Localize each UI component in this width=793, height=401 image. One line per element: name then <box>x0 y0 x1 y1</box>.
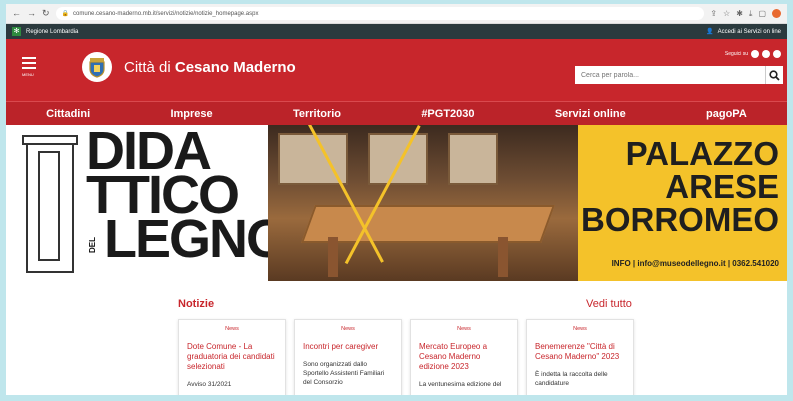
wood-pillar-illustration <box>22 135 78 273</box>
tool-shelf <box>368 133 428 185</box>
reload-icon[interactable]: ↻ <box>42 8 50 19</box>
see-all-link[interactable]: Vedi tutto <box>586 298 632 310</box>
screenshot-frame: ← → ↻ 🔒 comune.cesano-maderno.mb.it/serv… <box>0 0 793 401</box>
banner-right-line1: PALAZZO <box>625 135 779 172</box>
hamburger-icon <box>22 57 36 59</box>
banner-right-line2: ARESE <box>665 168 779 205</box>
region-link[interactable]: ✻ Regione Lombardia <box>12 27 78 36</box>
share-icon[interactable]: ⇪ <box>710 9 717 18</box>
news-card[interactable]: News Mercato Europeo a Cesano Maderno ed… <box>410 319 518 395</box>
search-button[interactable] <box>765 66 783 84</box>
news-cards: News Dote Comune - La graduatoria dei ca… <box>178 319 634 395</box>
site-title[interactable]: Città di Cesano Maderno <box>124 59 296 76</box>
banner-left-title: DIDA TTICO LEGNO <box>86 125 288 269</box>
nav-item-pgt2030[interactable]: #PGT2030 <box>421 108 474 120</box>
news-section-title: Notizie <box>178 298 215 310</box>
news-text: Avviso 31/2021 <box>187 381 232 388</box>
news-card[interactable]: News Benemerenze "Città di Cesano Madern… <box>526 319 634 395</box>
nav-item-territorio[interactable]: Territorio <box>293 108 341 120</box>
browser-toolbar: ← → ↻ 🔒 comune.cesano-maderno.mb.it/serv… <box>6 4 787 24</box>
title-city-name: Cesano Maderno <box>174 59 296 76</box>
hamburger-icon <box>22 67 36 69</box>
window-icon[interactable]: ▢ <box>758 9 766 18</box>
url-text: comune.cesano-maderno.mb.it/servizi/noti… <box>73 10 259 17</box>
nav-item-imprese[interactable]: Imprese <box>170 108 212 120</box>
news-tag: News <box>225 326 239 332</box>
region-logo-icon: ✻ <box>12 27 21 36</box>
social-links: Seguici su <box>725 50 781 58</box>
back-icon[interactable]: ← <box>12 8 21 19</box>
download-icon[interactable]: ⤓ <box>749 9 753 19</box>
news-title[interactable]: Incontri per caregiver <box>303 342 393 352</box>
user-icon: 👤 <box>706 29 714 35</box>
news-tag: News <box>573 326 587 332</box>
news-text: La ventunesima edizione del <box>419 381 502 388</box>
profile-icon[interactable] <box>772 9 781 18</box>
news-tag: News <box>457 326 471 332</box>
news-card[interactable]: News Incontri per caregiver Sono organiz… <box>294 319 402 395</box>
facebook-icon[interactable] <box>751 50 759 58</box>
star-icon[interactable]: ☆ <box>723 9 730 18</box>
hero-banner[interactable]: DIDA TTICO LEGNO DEL PALAZZO ARESE BORRO… <box>6 125 787 281</box>
city-emblem[interactable] <box>82 52 112 82</box>
banner-right-line3: BORROMEO <box>581 201 779 238</box>
region-bar: ✻ Regione Lombardia 👤 Accedi ai Servizi … <box>6 24 787 39</box>
news-text: È indetta la raccolta delle candidature <box>535 371 608 387</box>
news-tag: News <box>341 326 355 332</box>
forward-icon[interactable]: → <box>27 8 36 19</box>
banner-left-small: DEL <box>88 237 97 253</box>
banner-right-title: PALAZZO ARESE BORROMEO <box>581 137 779 236</box>
search-icon <box>769 69 780 81</box>
coat-of-arms-icon <box>89 58 105 78</box>
search-box <box>575 66 783 84</box>
social-label: Seguici su <box>724 51 748 57</box>
news-title[interactable]: Benemerenze "Città di Cesano Maderno" 20… <box>535 342 625 362</box>
tool-shelf <box>448 133 498 185</box>
workbench <box>301 205 555 243</box>
instagram-icon[interactable] <box>762 50 770 58</box>
region-label: Regione Lombardia <box>26 28 79 35</box>
nav-item-servizi-online[interactable]: Servizi online <box>555 108 626 120</box>
title-prefix: Città di <box>124 59 171 76</box>
bench-leg <box>498 237 508 277</box>
nav-item-cittadini[interactable]: Cittadini <box>46 108 90 120</box>
menu-button[interactable]: MENU <box>22 57 36 77</box>
access-label: Accedi ai Servizi on line <box>717 28 781 35</box>
news-title[interactable]: Dote Comune - La graduatoria dei candida… <box>187 342 277 372</box>
hamburger-icon <box>22 62 36 64</box>
extension-icon[interactable]: ✱ <box>736 9 743 18</box>
banner-left-panel: DIDA TTICO LEGNO DEL <box>6 125 288 281</box>
lock-icon: 🔒 <box>61 11 70 17</box>
site-header: MENU Città di Cesano Maderno Seguici su <box>6 39 787 101</box>
banner-left-line3: LEGNO <box>104 209 288 269</box>
main-nav: Cittadini Imprese Territorio #PGT2030 Se… <box>6 101 787 125</box>
workshop-photo <box>268 125 578 281</box>
address-bar[interactable]: 🔒 comune.cesano-maderno.mb.it/servizi/no… <box>55 7 705 20</box>
news-card[interactable]: News Dote Comune - La graduatoria dei ca… <box>178 319 286 395</box>
news-title[interactable]: Mercato Europeo a Cesano Maderno edizion… <box>419 342 509 372</box>
access-services-link[interactable]: 👤 Accedi ai Servizi on line <box>706 28 781 36</box>
browser-nav: ← → ↻ <box>12 8 50 19</box>
bench-leg <box>328 237 338 277</box>
nav-item-pagopa[interactable]: pagoPA <box>706 108 747 120</box>
search-input[interactable] <box>575 66 765 84</box>
youtube-icon[interactable] <box>773 50 781 58</box>
news-text: Sono organizzati dallo Sportello Assiste… <box>303 361 385 386</box>
banner-info: INFO | info@museodellegno.it | 0362.5410… <box>611 259 779 268</box>
news-section: Notizie Vedi tutto News Dote Comune - La… <box>6 281 787 395</box>
menu-label: MENU <box>22 72 34 77</box>
banner-right-panel: PALAZZO ARESE BORROMEO INFO | info@museo… <box>578 125 787 281</box>
browser-actions: ⇪ ☆ ✱ ⤓ ▢ <box>710 9 781 19</box>
